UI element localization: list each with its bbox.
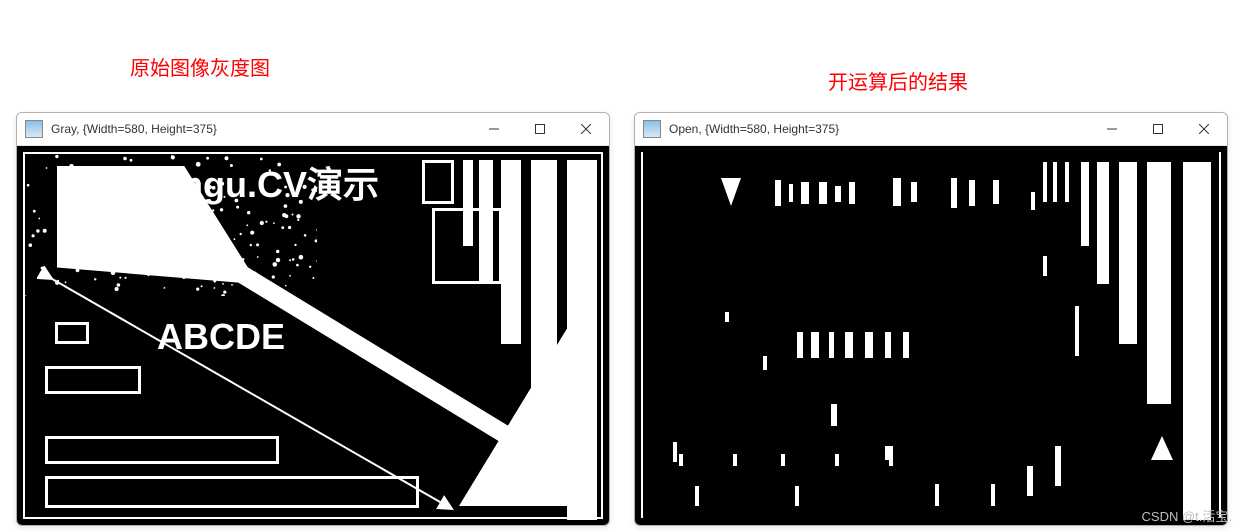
text1-frag xyxy=(911,182,917,202)
bottom-stub xyxy=(733,454,737,466)
minimize-icon xyxy=(489,124,499,134)
maximize-button[interactable] xyxy=(517,113,563,145)
minimize-button[interactable] xyxy=(471,113,517,145)
vbar-3 xyxy=(501,160,521,344)
text2-frag xyxy=(885,332,891,358)
noise-speckles xyxy=(17,146,317,296)
text1-frag xyxy=(775,180,781,206)
vbar-rem-4 xyxy=(1147,162,1171,404)
close-button[interactable] xyxy=(563,113,609,145)
tiny-rect xyxy=(55,322,89,344)
demo-text-2: ABCDE xyxy=(157,316,285,358)
app-icon xyxy=(25,120,43,138)
speck xyxy=(991,484,995,506)
speck xyxy=(1031,192,1035,210)
text2-frag xyxy=(829,332,834,358)
speck xyxy=(673,442,677,462)
vbar-rem-0a xyxy=(1043,162,1047,202)
text1-frag xyxy=(819,182,827,204)
text2-frag xyxy=(797,332,803,358)
titlebar-gray[interactable]: Gray, {Width=580, Height=375} xyxy=(17,113,609,146)
speck xyxy=(831,404,837,426)
speck xyxy=(1043,256,1047,276)
speck xyxy=(935,484,939,506)
right-border-frag xyxy=(1219,152,1221,518)
text1-frag xyxy=(835,186,841,202)
text1-frag xyxy=(789,184,793,202)
title-gray: Gray, {Width=580, Height=375} xyxy=(51,122,471,136)
window-gray: Gray, {Width=580, Height=375} xyxy=(16,112,610,526)
caption-right: 开运算后的结果 xyxy=(828,66,968,95)
bottom-stub xyxy=(835,454,839,466)
vbar-4 xyxy=(531,160,557,404)
bottom-stub xyxy=(1027,466,1033,496)
vbar-2 xyxy=(479,160,493,284)
image-gray: Emgu.CV演示 ABCDE xyxy=(17,146,609,525)
text2-frag xyxy=(865,332,873,358)
maximize-button[interactable] xyxy=(1135,113,1181,145)
speck xyxy=(795,486,799,506)
hollow-bar-3 xyxy=(45,476,419,508)
arrowhead-remnant-top xyxy=(721,178,741,206)
vbar-rem-2 xyxy=(1097,162,1109,284)
csdn-watermark: CSDN @t.活宝. xyxy=(1142,506,1232,525)
small-rect-1 xyxy=(422,160,454,204)
window-buttons xyxy=(1089,113,1227,145)
text1-frag xyxy=(993,180,999,204)
text2-frag xyxy=(811,332,819,358)
vbar-rem-5 xyxy=(1183,162,1211,520)
text2-frag xyxy=(845,332,853,358)
vbar-rem-0c xyxy=(1065,162,1069,202)
hollow-bar-2 xyxy=(45,436,279,464)
window-buttons xyxy=(471,113,609,145)
bottom-stub xyxy=(781,454,785,466)
speck xyxy=(725,312,729,322)
speck xyxy=(1075,306,1079,356)
text1-frag xyxy=(801,182,809,204)
text1-frag xyxy=(951,178,957,208)
caption-left: 原始图像灰度图 xyxy=(130,52,270,81)
window-open: Open, {Width=580, Height=375} xyxy=(634,112,1228,526)
bottom-stub xyxy=(1055,446,1061,486)
image-open xyxy=(635,146,1227,525)
maximize-icon xyxy=(535,124,545,134)
app-icon xyxy=(643,120,661,138)
left-border-frag xyxy=(641,152,643,518)
text2-frag xyxy=(903,332,909,358)
close-icon xyxy=(1199,124,1209,134)
title-open: Open, {Width=580, Height=375} xyxy=(669,122,1089,136)
bottom-stub xyxy=(679,454,683,466)
maximize-icon xyxy=(1153,124,1163,134)
hollow-bar-1 xyxy=(45,366,141,394)
vbar-rem-1 xyxy=(1081,162,1089,246)
minimize-button[interactable] xyxy=(1089,113,1135,145)
vbar-rem-3 xyxy=(1119,162,1137,344)
minimize-icon xyxy=(1107,124,1117,134)
text1-frag xyxy=(849,182,855,204)
bottom-stub xyxy=(889,454,893,466)
titlebar-open[interactable]: Open, {Width=580, Height=375} xyxy=(635,113,1227,146)
text1-frag xyxy=(893,178,901,206)
speck xyxy=(695,486,699,506)
text1-frag xyxy=(969,180,975,206)
vbar-1 xyxy=(463,160,473,246)
speck xyxy=(763,356,767,370)
arrowhead-remnant-bottom xyxy=(1151,436,1173,460)
vbar-rem-0b xyxy=(1053,162,1057,202)
vbar-5 xyxy=(567,160,597,520)
close-button[interactable] xyxy=(1181,113,1227,145)
close-icon xyxy=(581,124,591,134)
